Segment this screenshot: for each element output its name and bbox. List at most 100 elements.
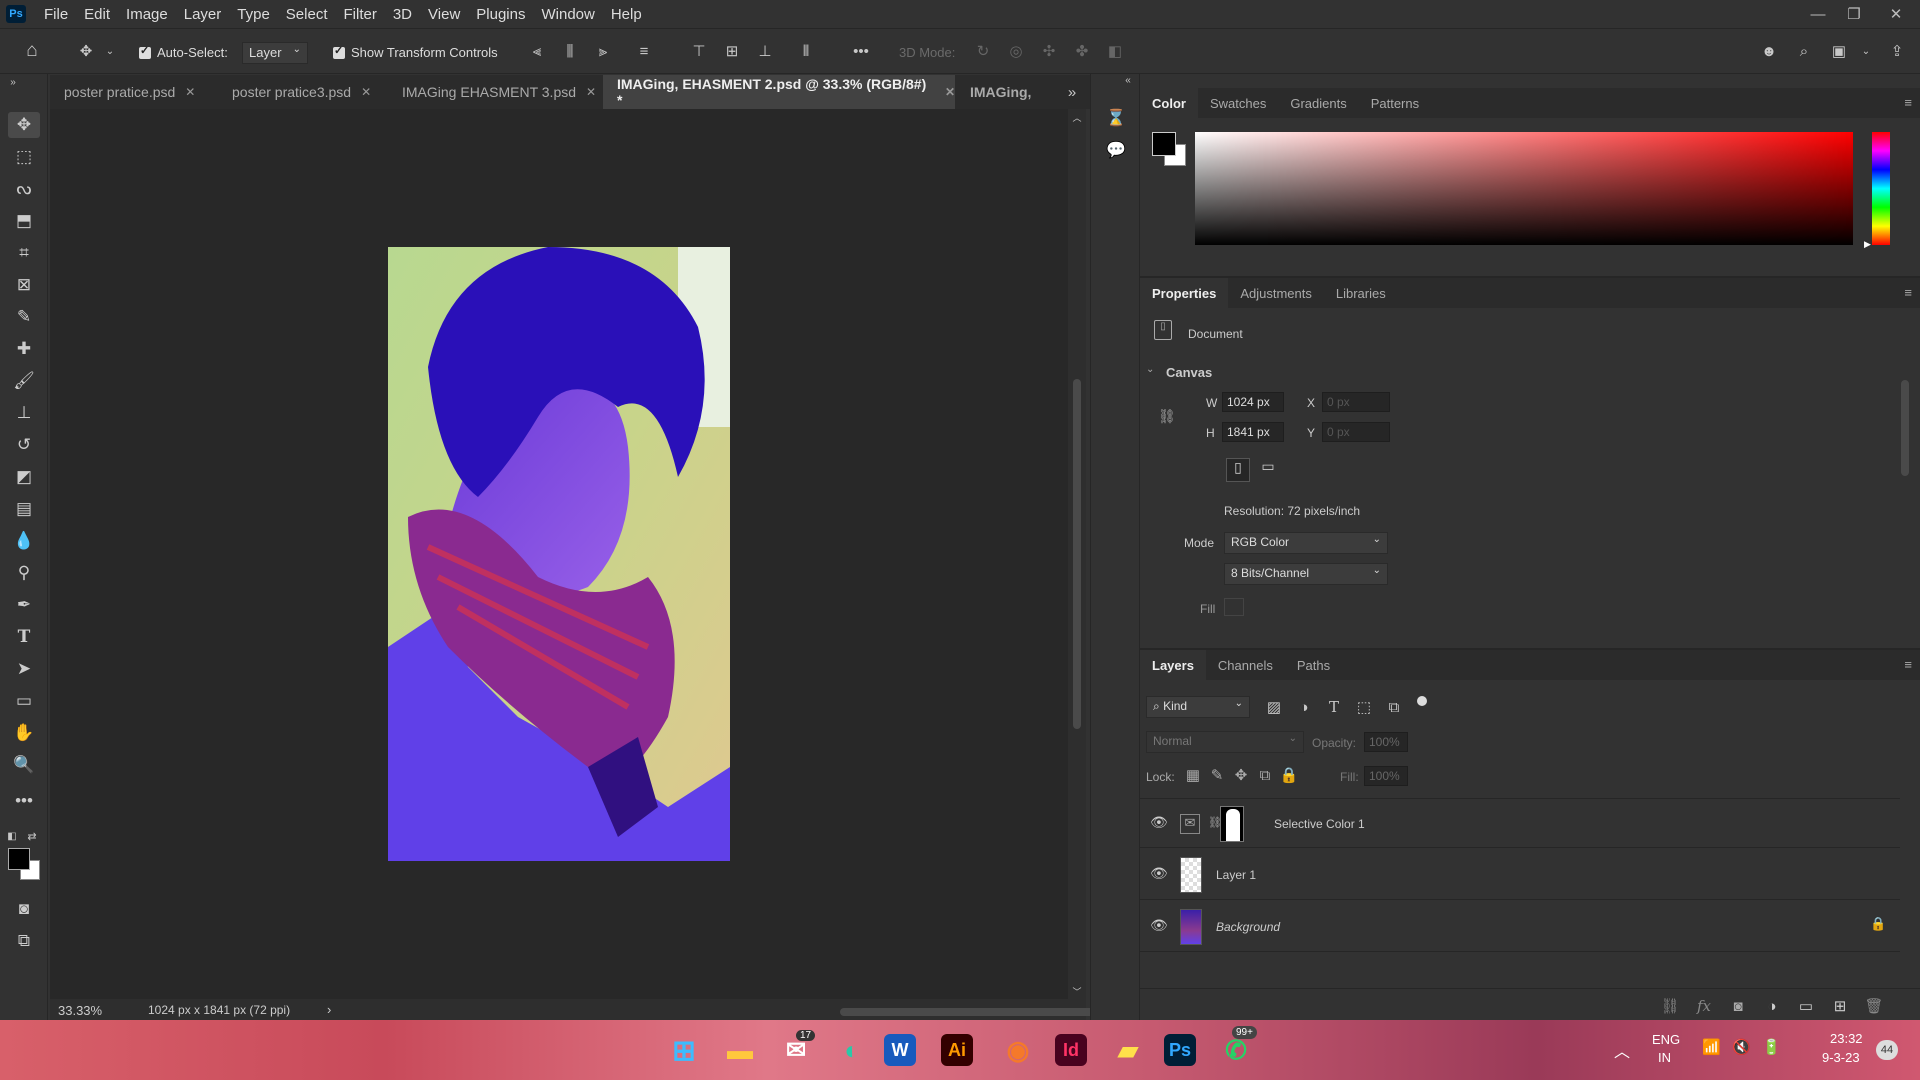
layer-name[interactable]: Layer 1 xyxy=(1216,868,1256,882)
zoom-level[interactable]: 33.33% xyxy=(58,1003,102,1018)
layer-name[interactable]: Background xyxy=(1216,920,1280,934)
blender-icon[interactable]: ◉ xyxy=(998,1030,1038,1070)
align-left-icon[interactable]: ⫷ xyxy=(526,41,548,61)
properties-scroll-thumb[interactable] xyxy=(1901,380,1909,476)
home-icon[interactable]: ⌂ xyxy=(20,40,44,61)
lock-pixels-icon[interactable]: ✎ xyxy=(1208,766,1226,784)
tab-libraries[interactable]: Libraries xyxy=(1324,278,1398,308)
collapse-icon[interactable]: » xyxy=(6,76,20,88)
tab-gradients[interactable]: Gradients xyxy=(1278,88,1358,118)
eye-icon[interactable]: 👁 xyxy=(1150,917,1168,934)
zoom-tool-icon[interactable]: 🔍 xyxy=(8,752,40,778)
mode-dropdown[interactable]: RGB Color ⌄ xyxy=(1224,532,1388,554)
tab-adjustments[interactable]: Adjustments xyxy=(1228,278,1324,308)
tabs-overflow-icon[interactable]: » xyxy=(1062,83,1082,101)
panel-menu-icon[interactable]: ≡ xyxy=(1904,657,1912,672)
color-field[interactable] xyxy=(1195,132,1853,245)
add-mask-icon[interactable]: ◙ xyxy=(1728,997,1748,1015)
photoshop-icon[interactable]: Ps xyxy=(1164,1034,1196,1066)
minimize-button[interactable]: — xyxy=(1800,0,1836,28)
eye-icon[interactable]: 👁 xyxy=(1150,814,1168,831)
new-group-icon[interactable]: ▭ xyxy=(1796,997,1816,1015)
clock-time[interactable]: 23:32 xyxy=(1830,1031,1863,1046)
link-icon[interactable]: ⛓ xyxy=(1158,408,1176,425)
close-icon[interactable]: ✕ xyxy=(586,85,596,99)
width-field[interactable]: 1024 px xyxy=(1222,392,1284,412)
auto-select-checkbox[interactable] xyxy=(139,44,151,59)
document-image[interactable] xyxy=(388,247,730,861)
menu-file[interactable]: File xyxy=(44,6,68,23)
chevron-down-icon[interactable]: ⌄ xyxy=(1860,43,1872,59)
layer-row-layer-1[interactable]: 👁 Layer 1 xyxy=(1140,850,1900,900)
menu-type[interactable]: Type xyxy=(237,6,270,23)
blur-tool-icon[interactable]: 💧 xyxy=(8,528,40,554)
smart-object-filter-icon[interactable]: ⧉ xyxy=(1384,697,1404,717)
landscape-orientation-icon[interactable]: ▭ xyxy=(1256,458,1280,482)
brush-tool-icon[interactable]: 🖌 xyxy=(8,368,40,394)
wifi-icon[interactable]: 📶 xyxy=(1702,1038,1721,1056)
vertical-scroll-thumb[interactable] xyxy=(1073,379,1081,729)
notification-badge[interactable]: 44 xyxy=(1876,1040,1898,1060)
path-selection-tool-icon[interactable]: ➤ xyxy=(8,656,40,682)
chevron-down-icon[interactable]: ⌄ xyxy=(104,43,116,59)
eye-icon[interactable]: 👁 xyxy=(1150,865,1168,882)
tab-doc-2[interactable]: poster pratice3.psd ✕ xyxy=(218,75,388,109)
x-field[interactable]: 0 px xyxy=(1322,392,1390,412)
distribute-icon[interactable]: ≡ xyxy=(633,41,655,61)
hand-tool-icon[interactable]: ✋ xyxy=(8,720,40,746)
layer-row-background[interactable]: 👁 Background 🔒 xyxy=(1140,902,1900,952)
chevron-up-icon[interactable]: ︿ xyxy=(1614,1038,1630,1062)
blend-mode-dropdown[interactable]: Normal ⌄ xyxy=(1146,731,1304,753)
learn-icon[interactable]: ☻ xyxy=(1757,40,1781,62)
comments-panel-icon[interactable]: 💬 xyxy=(1104,138,1128,162)
foreground-color-swatch[interactable] xyxy=(1152,132,1176,156)
close-icon[interactable]: ✕ xyxy=(361,85,371,99)
menu-plugins[interactable]: Plugins xyxy=(476,6,525,23)
indesign-icon[interactable]: Id xyxy=(1055,1034,1087,1066)
align-bottom-icon[interactable]: ⊥ xyxy=(754,41,776,61)
menu-view[interactable]: View xyxy=(428,6,460,23)
history-brush-tool-icon[interactable]: ↺ xyxy=(8,432,40,458)
portrait-orientation-icon[interactable]: ▯ xyxy=(1226,458,1250,482)
fill-swatch[interactable] xyxy=(1224,598,1244,616)
lasso-tool-icon[interactable]: ᔓ xyxy=(8,176,40,202)
layer-row-selective-color[interactable]: 👁 ✉ ⛓ Selective Color 1 xyxy=(1140,798,1900,848)
menu-3d[interactable]: 3D xyxy=(393,6,412,23)
tab-doc-5[interactable]: IMAGing, xyxy=(956,75,1056,109)
sticky-notes-icon[interactable]: ▰ xyxy=(1108,1030,1148,1070)
lock-artboard-icon[interactable]: ⧉ xyxy=(1256,766,1274,784)
word-icon[interactable]: W xyxy=(884,1034,916,1066)
workspace-icon[interactable]: ▣ xyxy=(1827,40,1851,62)
move-tool-icon[interactable]: ✥ xyxy=(8,112,40,138)
scroll-down-icon[interactable]: ﹀ xyxy=(1071,985,1083,997)
menu-select[interactable]: Select xyxy=(286,6,328,23)
language-bottom[interactable]: IN xyxy=(1658,1050,1671,1065)
auto-select-dropdown[interactable]: Layer ⌄ xyxy=(242,42,308,64)
tab-doc-1[interactable]: poster pratice.psd ✕ xyxy=(50,75,218,109)
more-options-icon[interactable]: ••• xyxy=(848,41,874,61)
close-icon[interactable]: ✕ xyxy=(185,85,195,99)
gradient-tool-icon[interactable]: ▤ xyxy=(8,496,40,522)
restore-button[interactable]: ❐ xyxy=(1836,0,1872,28)
vertical-scrollbar[interactable]: ︿ ﹀ xyxy=(1068,109,1086,999)
align-center-icon[interactable]: ⫼ xyxy=(559,41,581,61)
illustrator-icon[interactable]: Ai xyxy=(941,1034,973,1066)
bit-depth-dropdown[interactable]: 8 Bits/Channel ⌄ xyxy=(1224,563,1388,585)
lock-all-icon[interactable]: 🔒 xyxy=(1280,766,1299,784)
crop-tool-icon[interactable]: ⌗ xyxy=(8,240,40,266)
align-middle-icon[interactable]: ⊞ xyxy=(721,41,743,61)
hue-slider[interactable] xyxy=(1872,132,1890,245)
align-top-icon[interactable]: ⊤ xyxy=(688,41,710,61)
move-tool-icon[interactable]: ✥ xyxy=(74,41,98,61)
opacity-field[interactable]: 100% xyxy=(1364,732,1408,752)
horizontal-scrollbar[interactable] xyxy=(350,1001,1170,1019)
menu-image[interactable]: Image xyxy=(126,6,168,23)
swap-colors-icon[interactable]: ⇄ xyxy=(26,830,38,843)
height-field[interactable]: 1841 px xyxy=(1222,422,1284,442)
pixel-filter-icon[interactable]: ▨ xyxy=(1264,697,1284,717)
panel-menu-icon[interactable]: ≡ xyxy=(1904,95,1912,110)
hue-slider-handle-icon[interactable]: ▶ xyxy=(1864,239,1871,250)
close-button[interactable]: ✕ xyxy=(1872,0,1920,28)
eraser-tool-icon[interactable]: ◩ xyxy=(8,464,40,490)
tab-patterns[interactable]: Patterns xyxy=(1359,88,1431,118)
